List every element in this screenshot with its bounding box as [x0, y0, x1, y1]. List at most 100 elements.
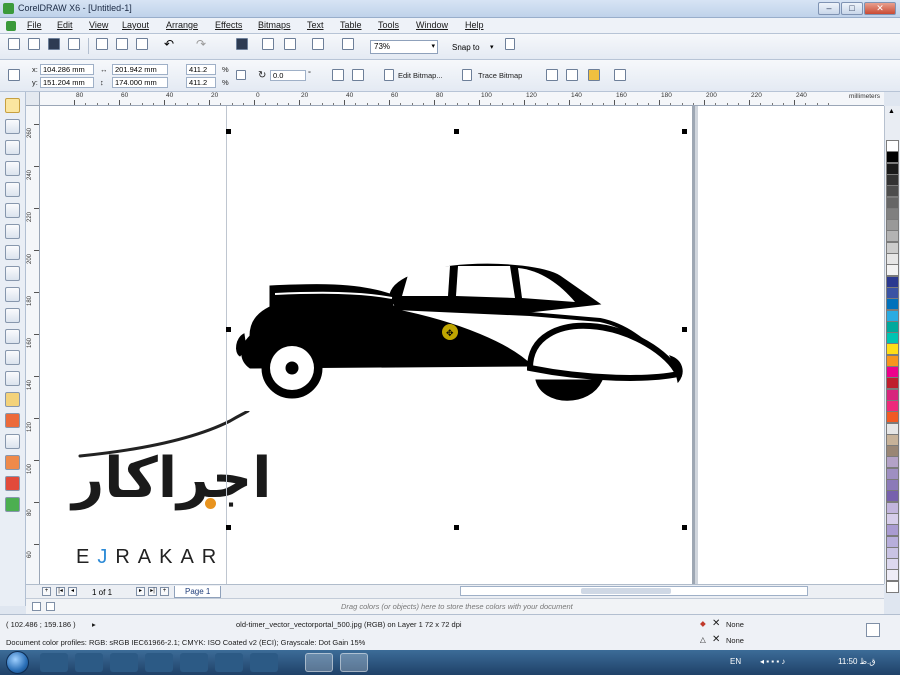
pick-tool-icon[interactable]	[5, 98, 20, 113]
color-swatch[interactable]	[886, 399, 899, 412]
selection-handle[interactable]	[682, 525, 687, 530]
edit-bitmap-button[interactable]: Edit Bitmap...	[398, 71, 443, 80]
color-swatch[interactable]	[886, 388, 899, 401]
document-icon[interactable]	[6, 21, 16, 31]
prev-page-icon[interactable]: ◂	[68, 587, 77, 596]
color-swatch[interactable]	[886, 230, 899, 243]
selection-handle[interactable]	[454, 525, 459, 530]
color-swatch[interactable]	[886, 479, 899, 491]
zoom-tool-icon[interactable]	[5, 161, 20, 176]
object-position-icon[interactable]	[8, 69, 20, 81]
menu-view[interactable]: View	[89, 20, 108, 30]
polygon-tool-icon[interactable]	[5, 266, 20, 281]
crop-bitmap-icon[interactable]	[566, 69, 578, 81]
color-swatch[interactable]	[886, 241, 899, 254]
color-swatch[interactable]	[886, 535, 899, 548]
color-swatch[interactable]	[886, 332, 899, 345]
blend-tool-icon[interactable]	[5, 392, 20, 407]
color-swatch[interactable]	[886, 524, 899, 537]
scale-y-field[interactable]: 411.2	[186, 77, 216, 88]
selection-handle[interactable]	[682, 327, 687, 332]
color-swatch[interactable]	[886, 569, 899, 582]
drawing-canvas[interactable]: ✥ اجراكار EJRAKAR	[40, 106, 884, 584]
cut-icon[interactable]	[96, 38, 108, 50]
export-icon[interactable]	[262, 38, 274, 50]
car-bitmap[interactable]	[230, 256, 690, 416]
menu-text[interactable]: Text	[307, 20, 324, 30]
trace-bitmap-button[interactable]: Trace Bitmap	[478, 71, 522, 80]
undo-icon[interactable]: ↶	[164, 38, 176, 50]
taskbar-explorer-icon[interactable]	[75, 653, 103, 672]
color-swatch[interactable]	[886, 546, 899, 559]
maximize-button[interactable]: □	[841, 2, 863, 15]
language-indicator[interactable]: EN	[730, 657, 741, 666]
table-tool-icon[interactable]	[5, 329, 20, 344]
chevron-down-icon[interactable]: ▾	[490, 43, 494, 51]
ellipse-tool-icon[interactable]	[5, 245, 20, 260]
copy-icon[interactable]	[116, 38, 128, 50]
last-page-icon[interactable]: ▸|	[148, 587, 157, 596]
import-icon[interactable]	[236, 38, 248, 50]
color-swatch[interactable]	[886, 580, 899, 593]
taskbar-capture-icon[interactable]	[340, 653, 368, 672]
color-swatch[interactable]	[886, 140, 899, 152]
palette-menu-icon[interactable]	[32, 602, 41, 611]
color-swatch[interactable]	[886, 512, 899, 525]
basic-shapes-tool-icon[interactable]	[5, 287, 20, 302]
smart-fill-tool-icon[interactable]	[5, 203, 20, 218]
snap-to-dropdown[interactable]: Snap to	[452, 43, 480, 52]
color-swatch[interactable]	[886, 456, 899, 469]
trace-bitmap-icon[interactable]	[462, 69, 472, 81]
selection-handle[interactable]	[682, 129, 687, 134]
color-swatch[interactable]	[886, 377, 899, 390]
color-swatch[interactable]	[886, 320, 899, 333]
color-swatch[interactable]	[886, 151, 899, 164]
selection-handle[interactable]	[454, 129, 459, 134]
interactive-fill-icon[interactable]	[5, 497, 20, 512]
text-tool-icon[interactable]	[5, 308, 20, 323]
color-swatch[interactable]	[886, 490, 899, 503]
redo-icon[interactable]: ↷	[196, 38, 208, 50]
color-profiles[interactable]: Document color profiles: RGB: sRGB IEC61…	[6, 638, 365, 647]
next-page-icon[interactable]: ▸	[136, 587, 145, 596]
color-swatch[interactable]	[886, 411, 899, 424]
lock-ratio-icon[interactable]	[236, 70, 246, 80]
taskbar-app-icon[interactable]	[145, 653, 173, 672]
menu-edit[interactable]: Edit	[57, 20, 73, 30]
color-swatch[interactable]	[886, 253, 899, 265]
color-swatch[interactable]	[886, 185, 899, 198]
transparency-tool-icon[interactable]	[5, 413, 20, 428]
no-color-icon[interactable]	[46, 602, 55, 611]
print-icon[interactable]	[68, 38, 80, 50]
edit-bitmap-icon[interactable]	[384, 69, 394, 81]
freehand-tool-icon[interactable]	[5, 182, 20, 197]
scroll-thumb[interactable]	[581, 588, 671, 594]
taskbar-ie-icon[interactable]	[40, 653, 68, 672]
system-clock[interactable]: 11:50 ق.ظ	[838, 657, 875, 666]
x-position-field[interactable]: 104.286 mm	[40, 64, 94, 75]
add-page-after-icon[interactable]: +	[160, 587, 169, 596]
menu-layout[interactable]: Layout	[122, 20, 149, 30]
color-swatch[interactable]	[886, 433, 899, 446]
paste-icon[interactable]	[136, 38, 148, 50]
smudge-tool-icon[interactable]	[5, 140, 20, 155]
color-swatch[interactable]	[886, 467, 899, 480]
taskbar-coreldraw-icon[interactable]	[305, 653, 333, 672]
mirror-vertical-icon[interactable]	[352, 69, 364, 81]
color-swatch[interactable]	[886, 207, 899, 220]
save-icon[interactable]	[48, 38, 60, 50]
menu-window[interactable]: Window	[416, 20, 448, 30]
height-field[interactable]: 174.000 mm	[112, 77, 168, 88]
new-document-icon[interactable]	[8, 38, 20, 50]
dimension-tool-icon[interactable]	[5, 350, 20, 365]
connector-tool-icon[interactable]	[5, 371, 20, 386]
taskbar-app-icon[interactable]	[250, 653, 278, 672]
ruler-origin[interactable]	[26, 92, 40, 106]
add-page-before-icon[interactable]: +	[42, 587, 51, 596]
taskbar-app-icon[interactable]	[180, 653, 208, 672]
vertical-ruler[interactable]: 260 240 220 200 180 160 140 120 100 80 60	[26, 106, 40, 584]
menu-tools[interactable]: Tools	[378, 20, 399, 30]
color-swatch[interactable]	[886, 354, 899, 367]
edit-fill-icon[interactable]	[866, 623, 880, 637]
color-swatch[interactable]	[886, 309, 899, 322]
